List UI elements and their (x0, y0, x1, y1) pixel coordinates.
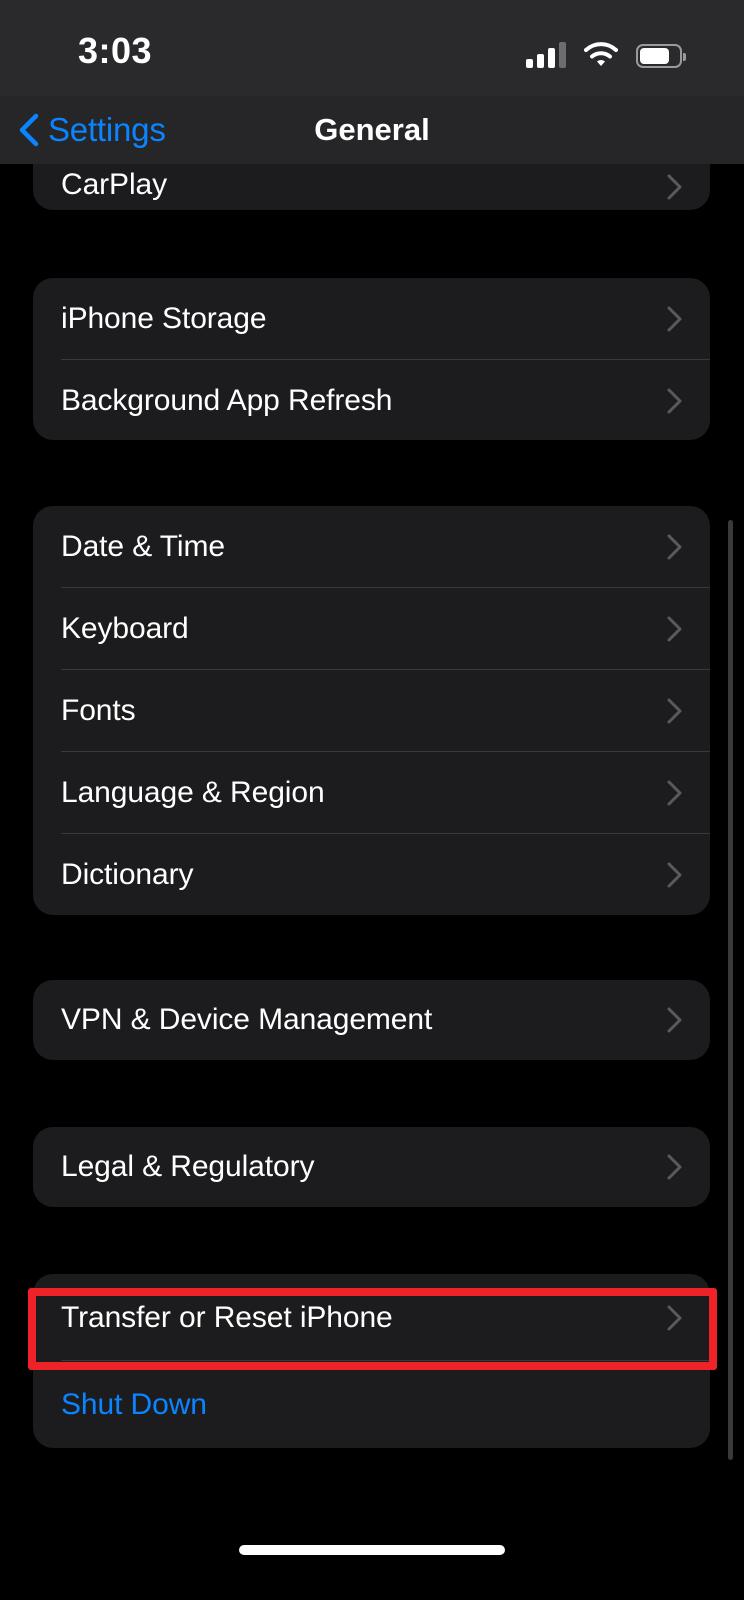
vertical-scrollbar[interactable] (728, 520, 733, 1460)
home-indicator[interactable] (239, 1545, 505, 1555)
chevron-right-icon (667, 534, 682, 560)
chevron-left-icon (19, 113, 39, 147)
settings-row-shut-down[interactable]: Shut Down (33, 1361, 710, 1448)
settings-row-keyboard[interactable]: Keyboard (33, 588, 710, 670)
settings-group-locale: Date & Time Keyboard Fonts Language & Re… (33, 506, 710, 915)
settings-row-label: VPN & Device Management (61, 1003, 433, 1036)
settings-row-language-region[interactable]: Language & Region (33, 752, 710, 834)
status-bar-time: 3:03 (78, 30, 153, 71)
settings-row-iphone-storage[interactable]: iPhone Storage (33, 278, 710, 360)
settings-group-legal: Legal & Regulatory (33, 1127, 710, 1207)
settings-row-legal-regulatory[interactable]: Legal & Regulatory (33, 1127, 710, 1207)
chevron-right-icon (667, 1007, 682, 1033)
chevron-right-icon (667, 306, 682, 332)
iphone-screen: CarPlay iPhone Storage Background App Re… (0, 0, 744, 1600)
settings-row-label: iPhone Storage (61, 302, 267, 335)
settings-row-label: CarPlay (61, 168, 167, 201)
chevron-right-icon (667, 780, 682, 806)
chevron-right-icon (667, 698, 682, 724)
chevron-right-icon (667, 1154, 682, 1180)
settings-row-label: Transfer or Reset iPhone (61, 1300, 393, 1334)
status-bar: 3:03 (0, 0, 744, 96)
status-bar-indicators (526, 34, 686, 68)
settings-row-background-app-refresh[interactable]: Background App Refresh (33, 360, 710, 440)
settings-row-label: Legal & Regulatory (61, 1150, 315, 1183)
settings-row-label: Background App Refresh (61, 384, 393, 417)
battery-icon (636, 44, 686, 68)
wifi-icon (584, 42, 618, 68)
settings-group-vpn: VPN & Device Management (33, 980, 710, 1060)
cellular-bars-icon (526, 42, 566, 68)
navigation-bar: Settings General (0, 96, 744, 164)
settings-row-vpn-device-management[interactable]: VPN & Device Management (33, 980, 710, 1060)
settings-row-label: Keyboard (61, 612, 189, 645)
settings-row-dictionary[interactable]: Dictionary (33, 834, 710, 915)
chevron-right-icon (667, 388, 682, 414)
settings-row-label: Dictionary (61, 858, 194, 891)
settings-row-label: Fonts (61, 694, 136, 727)
settings-row-date-time[interactable]: Date & Time (33, 506, 710, 588)
settings-row-label: Date & Time (61, 530, 225, 563)
settings-row-label: Language & Region (61, 776, 325, 809)
chevron-right-icon (667, 616, 682, 642)
settings-row-fonts[interactable]: Fonts (33, 670, 710, 752)
back-button-label: Settings (48, 111, 166, 148)
settings-group-reset: Transfer or Reset iPhone Shut Down (33, 1274, 710, 1448)
settings-group-storage: iPhone Storage Background App Refresh (33, 278, 710, 440)
chevron-right-icon (667, 1305, 682, 1330)
settings-scroll-view[interactable]: CarPlay iPhone Storage Background App Re… (0, 0, 744, 1600)
chevron-right-icon (667, 174, 682, 200)
chevron-right-icon (667, 862, 682, 888)
settings-row-transfer-or-reset-iphone[interactable]: Transfer or Reset iPhone (33, 1274, 710, 1361)
back-button[interactable]: Settings (18, 96, 176, 164)
settings-row-label: Shut Down (61, 1387, 207, 1421)
